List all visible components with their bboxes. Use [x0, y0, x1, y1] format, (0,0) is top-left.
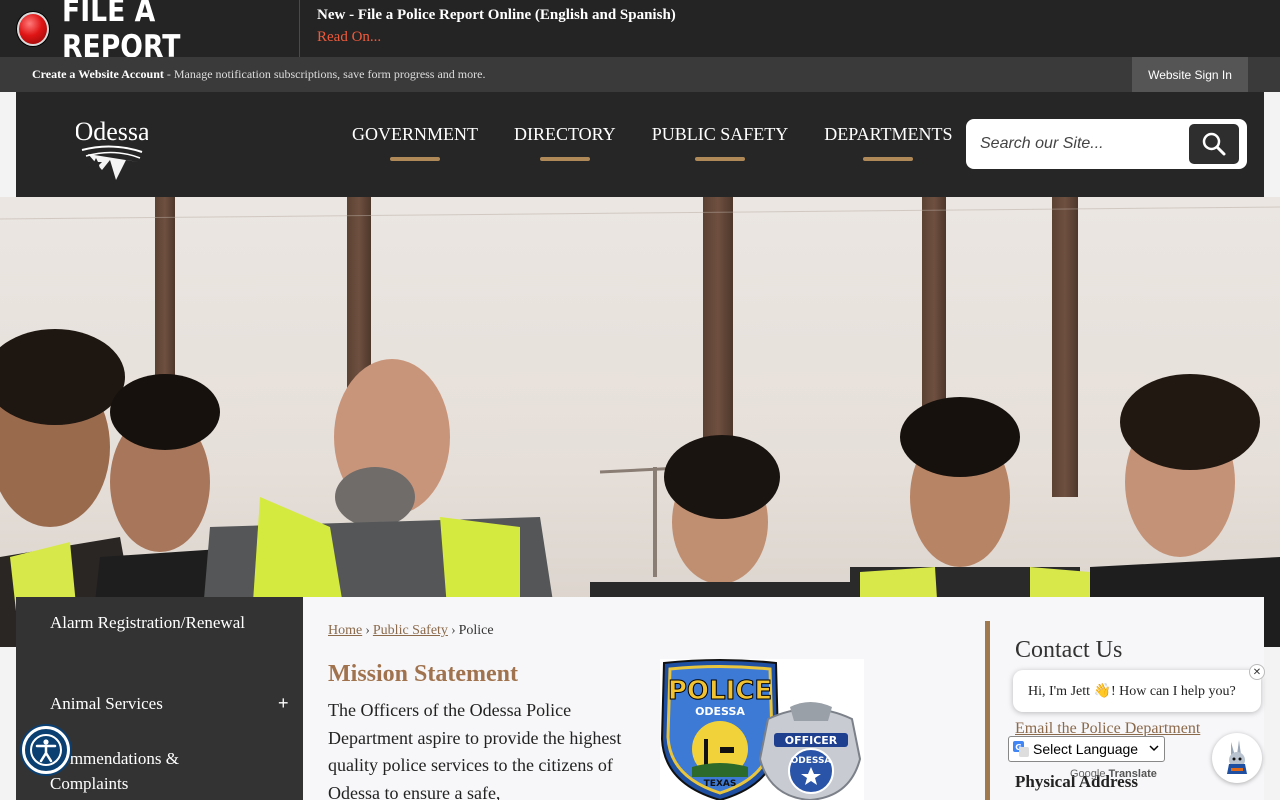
nav-underline — [539, 157, 590, 161]
hero-image — [0, 197, 1280, 647]
jackrabbit-mascot-icon — [1227, 740, 1247, 774]
breadcrumb-public-safety[interactable]: Public Safety — [373, 623, 448, 638]
expand-animal-services-icon[interactable]: + — [278, 693, 289, 714]
odessa-logo[interactable]: Odessa — [76, 110, 148, 182]
badge-police-text: POLICE — [668, 676, 772, 706]
badge-officer-city: ODESSA — [791, 756, 832, 766]
badge-officer-text: OFFICER — [785, 734, 838, 747]
chat-open-button[interactable] — [1212, 733, 1262, 783]
breadcrumb-separator: › — [365, 623, 370, 638]
file-report-button[interactable]: FILE A REPORT — [0, 0, 300, 65]
nav-public-safety[interactable]: PUBLIC SAFETY — [634, 124, 807, 164]
nav-public-safety-label: PUBLIC SAFETY — [651, 124, 789, 144]
alert-title[interactable]: New - File a Police Report Online (Engli… — [317, 7, 676, 24]
logo-text: Odessa — [76, 117, 148, 146]
account-bar: Create a Website Account - Manage notifi… — [0, 57, 1280, 92]
breadcrumb-separator: › — [450, 623, 456, 638]
search-button[interactable] — [1189, 124, 1239, 164]
nav-departments-label: DEPARTMENTS — [824, 124, 953, 144]
language-select[interactable]: G Select Language — [1008, 736, 1165, 762]
mission-body: The Officers of the Odessa Police Depart… — [328, 700, 622, 800]
contact-divider — [985, 621, 990, 800]
nav-departments[interactable]: DEPARTMENTS — [806, 124, 970, 164]
chat-greeting-bubble[interactable]: Hi, I'm Jett 👋! How can I help you? — [1013, 670, 1261, 712]
nav-directory[interactable]: DIRECTORY — [496, 124, 634, 164]
badge-police-state: TEXAS — [704, 779, 737, 789]
google-translate-icon: G — [1013, 741, 1029, 757]
chevron-down-icon — [1149, 745, 1159, 752]
nav-underline — [694, 157, 745, 161]
sidebar-item-animal-services[interactable]: Animal Services — [50, 691, 163, 716]
contact-us-heading: Contact Us — [1015, 637, 1123, 663]
nav-government-label: GOVERNMENT — [352, 124, 478, 144]
account-description: - Manage notification subscriptions, sav… — [163, 67, 486, 81]
breadcrumb: Home › Public Safety › Police — [328, 623, 494, 639]
red-alert-icon — [17, 11, 49, 46]
alert-read-on-link[interactable]: Read On... — [317, 29, 381, 46]
breadcrumb-current: Police — [458, 623, 494, 638]
accessibility-icon — [30, 734, 62, 766]
accessibility-button[interactable] — [22, 726, 70, 774]
badge-police-city: ODESSA — [695, 705, 745, 718]
language-select-label: Select Language — [1033, 741, 1139, 757]
file-report-label: FILE A REPORT — [61, 0, 181, 65]
website-sign-in-button[interactable]: Website Sign In — [1132, 57, 1248, 92]
nav-underline — [863, 157, 914, 161]
powered-by-google-translate: Google Translate — [1070, 768, 1157, 780]
hero-people-illustration — [0, 206, 1280, 647]
create-account-link[interactable]: Create a Website Account — [32, 67, 164, 81]
breadcrumb-home[interactable]: Home — [328, 623, 362, 638]
search-icon — [1202, 132, 1226, 156]
sidebar-item-alarm-registration[interactable]: Alarm Registration/Renewal — [50, 610, 250, 635]
google-wordmark: Google — [1070, 768, 1106, 780]
nav-underline — [390, 157, 440, 161]
chat-close-icon[interactable]: ✕ — [1249, 664, 1265, 680]
nav-directory-label: DIRECTORY — [514, 124, 616, 144]
nav-government[interactable]: GOVERNMENT — [334, 124, 496, 164]
alert-bar: FILE A REPORT New - File a Police Report… — [0, 0, 1280, 65]
search-box — [966, 119, 1247, 169]
translate-wordmark: Translate — [1108, 768, 1157, 780]
search-input[interactable] — [980, 132, 1180, 156]
police-badges-image: POLICE ODESSA TEXAS OFFICER ODESSA — [660, 659, 864, 800]
site-header: Odessa GOVERNMENT DIRECTORY PUBLIC SAFET… — [16, 92, 1264, 197]
account-notice: Create a Website Account - Manage notifi… — [32, 67, 485, 82]
mission-title: Mission Statement — [328, 661, 518, 687]
main-nav: GOVERNMENT DIRECTORY PUBLIC SAFETY DEPAR… — [334, 124, 971, 164]
sidebar-item-commendations[interactable]: Commendations & Complaints — [50, 746, 220, 796]
